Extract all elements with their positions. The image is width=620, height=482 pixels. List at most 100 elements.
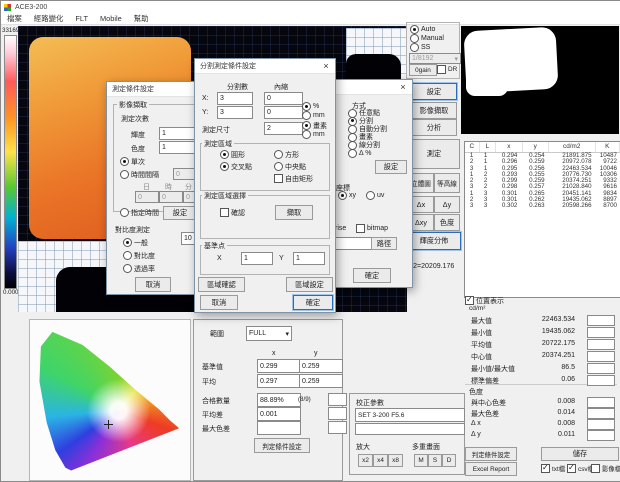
stat-limit-box[interactable] [587, 430, 615, 441]
camera-preview[interactable] [461, 26, 619, 134]
contrast-radio[interactable]: 對比度 [123, 251, 155, 260]
position-display-checkbox[interactable]: 位置表示 [465, 296, 504, 305]
day-field[interactable]: 0 [135, 191, 159, 203]
grab-button[interactable]: 擷取 [275, 205, 313, 220]
method-set-button[interactable]: 設定 [375, 160, 407, 174]
luminance-dist-button[interactable]: 輝度分佈 [407, 232, 461, 250]
area-set-button[interactable]: 區域設定 [286, 277, 333, 292]
single-radio[interactable]: 單次 [120, 157, 145, 166]
limit-box-2[interactable] [328, 407, 347, 420]
ref-y-field[interactable]: 0.259 [299, 359, 343, 373]
multi-m-button[interactable]: M [414, 454, 428, 467]
analyze-button[interactable]: 分析 [411, 119, 457, 136]
chroma-count-field[interactable]: 1 [159, 141, 199, 154]
txt-checkbox[interactable]: txt檔 [541, 464, 565, 473]
area-confirm-button[interactable]: 區域確認 [198, 277, 245, 292]
circle-radio[interactable]: 圓形 [220, 150, 245, 159]
excel-report-button[interactable]: Excel Report [465, 462, 517, 476]
ref-x-field[interactable]: 0.299 [257, 359, 301, 373]
menu-item-mobile[interactable]: Mobile [94, 14, 128, 23]
avgdiff-field[interactable]: 0.001 [257, 407, 301, 421]
lum-count-field[interactable]: 1 [159, 127, 199, 140]
zoom-x4-button[interactable]: x4 [373, 454, 388, 467]
stat-limit-box[interactable] [587, 339, 615, 350]
delta-y-button[interactable]: Δy [434, 196, 460, 213]
mm2-radio[interactable]: mm [302, 130, 325, 139]
menu-item-help[interactable]: 幫助 [128, 13, 155, 24]
contour-button[interactable]: 等高線 [434, 173, 460, 193]
stat-limit-box[interactable] [587, 419, 615, 430]
y-inset-field[interactable]: 0 [264, 106, 303, 119]
judge-settings-button[interactable]: 判定條件設定 [254, 438, 310, 453]
free-checkbox[interactable]: 自由矩形 [274, 174, 313, 183]
stat-limit-box[interactable] [587, 375, 615, 386]
cie-diagram[interactable] [29, 319, 191, 481]
save-button[interactable]: 儲存 [541, 447, 619, 461]
radio-manual[interactable]: Manual [410, 34, 444, 43]
pass-field[interactable]: 88.89% [257, 393, 301, 407]
split-cancel-button[interactable]: 取消 [200, 295, 238, 310]
judge-condition-button[interactable]: 判定條件設定 [465, 447, 517, 461]
spec-time-radio[interactable]: 指定時間 [120, 208, 159, 217]
capture-button[interactable]: 影像擷取 [411, 102, 457, 119]
center-radio[interactable]: 中央點 [274, 162, 306, 171]
radio-auto[interactable]: Auto [410, 25, 435, 34]
base-y-field[interactable]: 1 [293, 252, 325, 265]
radio-ss[interactable]: SS [410, 43, 430, 52]
uv-radio[interactable]: uv [366, 191, 384, 200]
bitmap-checkbox[interactable]: bitmap [356, 224, 388, 233]
calib-field-2[interactable] [355, 423, 465, 435]
y-div-field[interactable]: 3 [217, 106, 253, 119]
gain-button[interactable]: 0gain [409, 64, 437, 76]
zoom-x8-button[interactable]: x8 [388, 454, 403, 467]
calib-field[interactable]: SET 3-200 F5.6 [355, 408, 465, 422]
stat-limit-box[interactable] [587, 351, 615, 362]
table-row[interactable]: 330.3020.26320598.2668700 [465, 203, 620, 209]
confirm-checkbox[interactable]: 確認 [220, 208, 245, 217]
stat-limit-box[interactable] [587, 363, 615, 374]
maxdiff-field[interactable] [257, 421, 301, 435]
measure-cancel-button[interactable]: 取消 [135, 277, 171, 292]
cross-radio[interactable]: 交叉點 [220, 162, 252, 171]
multi-d-button[interactable]: D [442, 454, 456, 467]
stat-limit-box[interactable] [587, 327, 615, 338]
method-radio-5[interactable] [348, 149, 357, 158]
close-icon[interactable]: × [396, 81, 410, 93]
settings-button[interactable]: 設定 [411, 83, 457, 100]
chroma-map-button[interactable]: 色度 [434, 214, 460, 231]
interval-radio[interactable]: 時間間隔 [120, 170, 159, 179]
stat-limit-box[interactable] [587, 408, 615, 419]
range-select[interactable]: FULL ▾ [246, 326, 292, 341]
rect-radio[interactable]: 方形 [274, 150, 299, 159]
limit-box-3[interactable] [328, 421, 347, 434]
stat-limit-box[interactable] [587, 397, 615, 408]
method-ok-button[interactable]: 確定 [353, 268, 391, 283]
multi-s-button[interactable]: S [428, 454, 442, 467]
dr-checkbox[interactable]: DR [437, 65, 457, 74]
avg-y-field[interactable]: 0.259 [299, 374, 343, 388]
normal-radio[interactable]: 一般 [123, 238, 148, 247]
path-field[interactable] [335, 237, 373, 250]
size-field[interactable]: 2 [264, 122, 303, 135]
avg-x-field[interactable]: 0.297 [257, 374, 301, 388]
limit-box-1[interactable] [328, 393, 347, 406]
split-ok-button[interactable]: 確定 [293, 295, 333, 310]
base-x-field[interactable]: 1 [241, 252, 273, 265]
menu-item-path-change[interactable]: 經路變化 [28, 13, 70, 24]
measure-button[interactable]: 測定 [408, 139, 460, 169]
menu-item-file[interactable]: 檔案 [1, 13, 28, 24]
mm-radio[interactable]: mm [302, 111, 325, 120]
xy-radio[interactable]: xy [338, 191, 356, 200]
close-icon[interactable]: × [319, 60, 333, 72]
stat-limit-box[interactable] [587, 315, 615, 326]
csv-checkbox[interactable]: csv檔 [567, 464, 594, 473]
pct-radio[interactable]: % [302, 102, 319, 111]
trans-radio[interactable]: 透過率 [123, 264, 155, 273]
hour-field[interactable]: 0 [159, 191, 183, 203]
path-button[interactable]: 路徑 [371, 237, 397, 250]
image-checkbox[interactable]: 影像檔 [591, 464, 620, 473]
px-radio[interactable]: 畫素 [302, 121, 327, 130]
zoom-x2-button[interactable]: x2 [358, 454, 373, 467]
shutter-select[interactable]: 1/8192 ▾ [409, 53, 461, 64]
x-div-field[interactable]: 3 [217, 92, 253, 105]
